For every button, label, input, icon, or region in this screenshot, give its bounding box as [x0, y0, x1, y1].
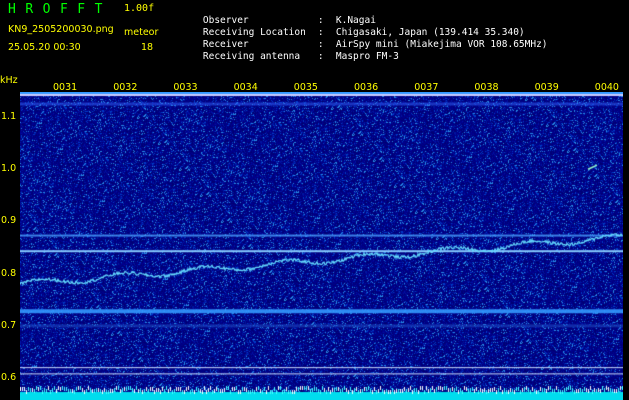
- y-tick-label: 0.6: [1, 372, 17, 384]
- y-tick-label: 0.8: [1, 267, 17, 279]
- meteor-count: 18: [141, 42, 154, 53]
- mode-label: meteor: [124, 27, 159, 38]
- y-tick-label: 0.9: [1, 215, 17, 227]
- image-filename: KN9_2505200030.png: [8, 24, 114, 35]
- y-tick-label: 1.1: [1, 111, 17, 123]
- y-tick-label: 1.0: [1, 163, 17, 175]
- app-brand: HROFFT: [8, 2, 112, 17]
- antenna-row: Receiving antenna: Maspro FM-3: [202, 51, 399, 62]
- y-axis-unit: kHz: [0, 75, 18, 86]
- header-panel: HROFFT 1.00f KN9_2505200030.png meteor 2…: [0, 0, 629, 74]
- spectrogram[interactable]: [20, 92, 623, 400]
- antenna-key: Receiving antenna: [202, 51, 301, 62]
- capture-datetime: 25.05.20 00:30: [8, 42, 81, 53]
- antenna-value: Maspro FM-3: [335, 51, 399, 62]
- app-version: 1.00f: [124, 3, 155, 14]
- y-tick-label: 0.7: [1, 319, 17, 331]
